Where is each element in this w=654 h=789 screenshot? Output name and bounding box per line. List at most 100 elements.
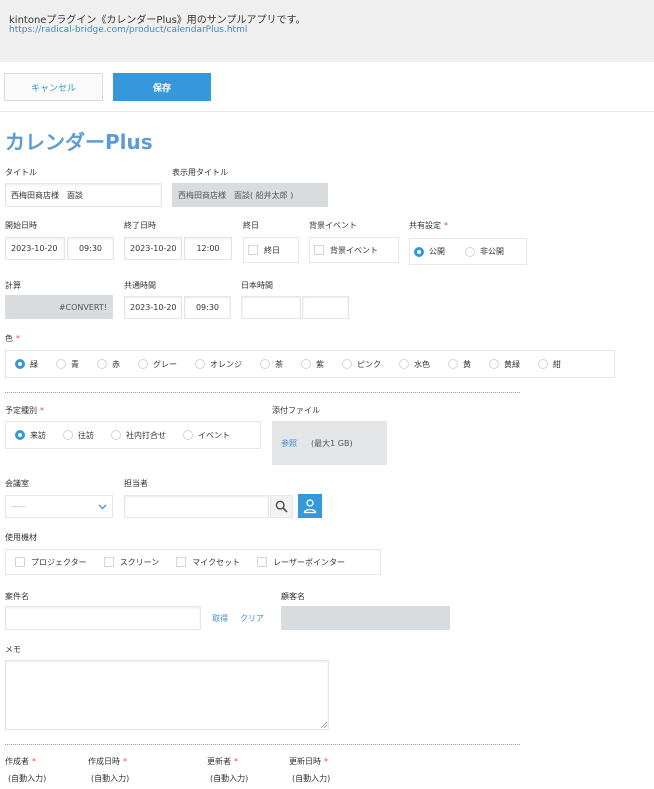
color-option-pink[interactable]: ピンク <box>342 359 381 370</box>
equipment-option-screen[interactable]: スクリーン <box>103 557 160 568</box>
equipment-checkbox-group: プロジェクター スクリーン マイクセット レーザーポインター <box>5 549 381 575</box>
checkbox-icon[interactable] <box>314 245 324 255</box>
resize-handle-icon[interactable] <box>320 721 328 729</box>
color-option-navy[interactable]: 紺 <box>538 359 561 370</box>
created-at-label: 作成日時 * <box>88 756 127 767</box>
color-option-label: 黄緑 <box>504 359 520 369</box>
assignee-search-button[interactable] <box>270 495 293 518</box>
color-option-gray[interactable]: グレー <box>138 359 177 370</box>
share-label: 共有設定 * <box>409 220 448 231</box>
radio-icon[interactable] <box>448 359 458 369</box>
radio-icon[interactable] <box>538 359 548 369</box>
required-mark: * <box>16 334 20 343</box>
equipment-option-laser[interactable]: レーザーポインター <box>257 557 345 568</box>
start-datetime-label: 開始日時 <box>5 221 37 230</box>
color-option-blue[interactable]: 青 <box>56 359 79 370</box>
case-name-input[interactable] <box>5 606 201 630</box>
checkbox-icon[interactable] <box>257 557 268 567</box>
end-time-input[interactable]: 12:00 <box>184 237 232 260</box>
radio-icon[interactable] <box>489 359 499 369</box>
title-input[interactable]: 西梅田商店様 面談 <box>5 183 162 207</box>
allday-option[interactable]: 終日 <box>248 245 280 256</box>
schedule-option-event[interactable]: イベント <box>183 430 230 441</box>
updater-value: (自動入力) <box>210 774 249 783</box>
radio-icon[interactable] <box>63 430 73 440</box>
common-date-input[interactable]: 2023-10-20 <box>124 296 182 319</box>
memo-label: メモ <box>5 645 21 654</box>
schedule-option-outbound[interactable]: 往訪 <box>63 430 94 441</box>
radio-icon[interactable] <box>97 359 107 369</box>
case-fetch-link[interactable]: 取得 <box>212 613 228 624</box>
case-clear-link[interactable]: クリア <box>240 613 264 624</box>
radio-icon[interactable] <box>183 430 193 440</box>
display-title-label: 表示用タイトル <box>172 168 228 177</box>
save-button[interactable]: 保存 <box>113 73 211 101</box>
creator-label: 作成者 * <box>5 756 36 767</box>
color-option-orange[interactable]: オレンジ <box>195 359 242 370</box>
color-option-yellow[interactable]: 黄 <box>448 359 471 370</box>
bg-event-option-label: 背景イベント <box>330 245 378 255</box>
radio-selected-icon[interactable] <box>414 246 424 257</box>
radio-icon[interactable] <box>111 430 121 440</box>
calc-value: #CONVERT! <box>5 295 113 319</box>
equipment-option-mic[interactable]: マイクセット <box>176 557 240 568</box>
checkbox-icon[interactable] <box>103 557 114 567</box>
start-time-input[interactable]: 09:30 <box>67 237 114 260</box>
radio-icon[interactable] <box>342 359 352 369</box>
radio-icon[interactable] <box>56 359 66 369</box>
color-label: 色 * <box>5 333 20 344</box>
common-time-input[interactable]: 09:30 <box>184 296 231 319</box>
schedule-option-visit[interactable]: 来訪 <box>15 430 46 441</box>
color-option-lightblue[interactable]: 水色 <box>399 359 430 370</box>
radio-icon[interactable] <box>465 246 475 257</box>
customer-label: 顧客名 <box>281 592 305 601</box>
equipment-option-label: スクリーン <box>119 557 160 567</box>
assignee-input[interactable] <box>124 495 269 518</box>
assignee-picker-button[interactable] <box>298 494 322 518</box>
schedule-type-radio-group: 来訪 往訪 社内打合せ イベント <box>5 421 261 449</box>
toolbar-divider <box>0 111 654 112</box>
chevron-down-icon <box>98 504 107 509</box>
radio-icon[interactable] <box>195 359 205 369</box>
radio-icon[interactable] <box>138 359 148 369</box>
room-select-value: ----- <box>11 502 26 511</box>
checkbox-icon[interactable] <box>15 557 25 567</box>
radio-selected-icon[interactable] <box>15 430 25 440</box>
section-divider <box>5 392 520 393</box>
creator-label-text: 作成者 <box>5 757 29 766</box>
end-date-input[interactable]: 2023-10-20 <box>124 237 182 260</box>
japan-time-input[interactable] <box>302 296 349 319</box>
radio-selected-icon[interactable] <box>15 359 25 369</box>
color-option-purple[interactable]: 紫 <box>301 359 324 370</box>
assignee-label: 担当者 <box>124 479 148 488</box>
radio-icon[interactable] <box>399 359 409 369</box>
color-option-red[interactable]: 赤 <box>97 359 120 370</box>
attachment-dropzone[interactable]: 参照 (最大1 GB) <box>272 421 387 465</box>
japan-time-label: 日本時間 <box>241 281 273 290</box>
attachment-browse-link[interactable]: 参照 <box>281 438 297 449</box>
equipment-option-projector[interactable]: プロジェクター <box>15 557 87 568</box>
color-option-label: オレンジ <box>210 359 242 369</box>
schedule-option-internal[interactable]: 社内打合せ <box>111 430 166 441</box>
radio-icon[interactable] <box>301 359 311 369</box>
color-option-label: 赤 <box>112 359 120 369</box>
room-select[interactable]: ----- <box>5 495 113 518</box>
color-option-green[interactable]: 緑 <box>15 359 38 370</box>
checkbox-icon[interactable] <box>248 245 258 255</box>
radio-icon[interactable] <box>260 359 270 369</box>
checkbox-icon[interactable] <box>176 557 187 567</box>
cancel-button[interactable]: キャンセル <box>4 73 103 101</box>
color-option-brown[interactable]: 茶 <box>260 359 283 370</box>
product-link[interactable]: https://radical-bridge.com/product/calen… <box>9 25 247 35</box>
color-option-label: 緑 <box>30 359 38 369</box>
share-option-public[interactable]: 公開 <box>414 246 445 257</box>
color-option-label: 青 <box>71 359 79 369</box>
bg-event-option[interactable]: 背景イベント <box>314 245 378 256</box>
color-option-yellowgreen[interactable]: 黄緑 <box>489 359 520 370</box>
share-option-private[interactable]: 非公開 <box>465 246 504 257</box>
memo-textarea[interactable] <box>5 660 329 730</box>
japan-date-input[interactable] <box>241 296 301 319</box>
color-option-label: 黄 <box>463 359 471 369</box>
start-date-input[interactable]: 2023-10-20 <box>5 237 65 260</box>
created-at-label-text: 作成日時 <box>88 757 120 766</box>
